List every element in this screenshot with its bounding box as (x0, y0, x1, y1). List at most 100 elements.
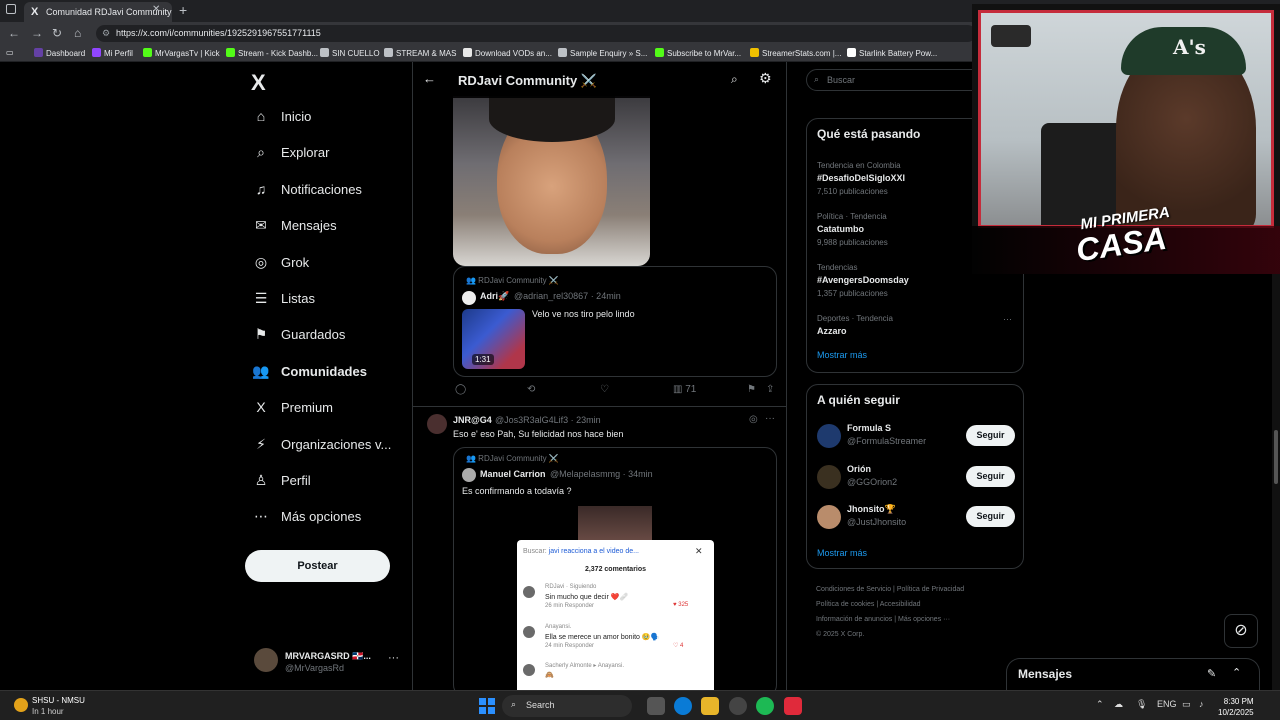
show-more-link[interactable]: Mostrar más (817, 548, 867, 558)
comments-count: 2,372 comentarios (584, 566, 647, 573)
back-arrow-icon[interactable]: ← (423, 71, 436, 86)
expand-icon[interactable]: ⌃ (1232, 666, 1241, 679)
taskbar-search[interactable]: ⌕ Search (502, 695, 632, 717)
volume-icon[interactable]: ♪ (1199, 699, 1204, 709)
search-icon[interactable]: ⌕ (731, 72, 738, 87)
bookmark-item[interactable]: Stream - Kick Dashb... (226, 48, 318, 58)
reply-icon[interactable]: ◯ (455, 384, 466, 395)
views-icon[interactable]: ▥ 71 (673, 384, 696, 395)
quote-author-name[interactable]: Manuel Carrion (480, 469, 546, 479)
avatar (254, 648, 278, 672)
like-icon[interactable]: ♡ (600, 384, 609, 395)
follow-button[interactable]: Seguir (966, 425, 1015, 446)
language-indicator[interactable]: ENG (1157, 699, 1177, 709)
edge-icon[interactable] (674, 697, 692, 715)
bookmark-item[interactable]: MrVargasTv | Kick (143, 48, 220, 58)
browser-tab-active[interactable]: X Comunidad RDJavi Community (24, 2, 172, 22)
tray-expand-icon[interactable]: ⌃ (1096, 699, 1104, 710)
apps-icon[interactable]: ▭ (6, 48, 14, 57)
bookmark-item[interactable]: Sample Enquiry » S... (558, 48, 647, 58)
show-more-link[interactable]: Mostrar más (817, 350, 867, 360)
trend-context: Política · Tendencia (817, 212, 887, 221)
avatar[interactable] (427, 414, 447, 434)
grok-icon[interactable]: ⊘ (1224, 614, 1258, 648)
onedrive-icon[interactable]: ☁ (1114, 699, 1123, 710)
quoted-post[interactable]: 👥 RDJavi Community ⚔️ Manuel Carrion @Me… (453, 447, 777, 690)
forward-icon[interactable]: → (31, 26, 43, 40)
repost-icon[interactable]: ⟲ (527, 384, 535, 395)
bookmark-item[interactable]: SIN CUELLO (320, 48, 380, 58)
tab-close-icon[interactable]: ✕ (152, 4, 160, 15)
post-image[interactable] (453, 96, 650, 266)
bookmark-item[interactable]: STREAM & MAS (384, 48, 456, 58)
more-icon[interactable]: ··· (1003, 314, 1012, 324)
messages-drawer[interactable]: Mensajes ✎ ⌃ (1006, 658, 1260, 690)
avatar[interactable] (462, 291, 476, 305)
follow-suggestion[interactable]: Jhonsito🏆 @JustJhonsito Seguir (817, 502, 1017, 532)
quoted-post[interactable]: 👥 RDJavi Community ⚔️ Adri🚀 @adrian_rel3… (453, 266, 777, 377)
file-explorer-icon[interactable] (701, 697, 719, 715)
back-icon[interactable]: ← (8, 26, 20, 40)
bookmark-label: Stream - Kick Dashb... (238, 49, 319, 58)
chrome-icon[interactable] (729, 697, 747, 715)
reload-icon[interactable]: ↻ (52, 26, 62, 40)
spotify-icon[interactable] (756, 697, 774, 715)
bookmark-favicon-icon (847, 48, 856, 57)
sidebar-item-label: Inicio (281, 109, 312, 124)
new-message-icon[interactable]: ✎ (1207, 667, 1216, 680)
clock[interactable]: 8:30 PM 10/2/2025 (1218, 696, 1254, 718)
bookmark-item[interactable]: Starlink Battery Pow... (847, 48, 937, 58)
scrollbar-thumb[interactable] (1274, 430, 1278, 484)
new-tab-button[interactable]: + (179, 2, 187, 18)
trend-count: 9,988 publicaciones (817, 238, 888, 247)
task-view-icon[interactable] (647, 697, 665, 715)
footer-line: Política de cookies | Accesibilidad (816, 597, 1016, 612)
avatar[interactable] (817, 505, 841, 529)
quote-author-name[interactable]: Adri🚀 (480, 291, 509, 302)
url-text: https://x.com/i/communities/192529196755… (116, 28, 321, 38)
mic-icon[interactable]: 🎙 (1136, 699, 1147, 710)
window-menu-icon[interactable] (6, 4, 16, 14)
gear-icon[interactable]: ⚙ (759, 70, 772, 87)
share-icon[interactable]: ⇪ (766, 384, 774, 395)
footer-link[interactable]: Política de Privacidad (897, 586, 964, 593)
trend-name: Catatumbo (817, 224, 864, 234)
follow-button[interactable]: Seguir (966, 506, 1015, 527)
bookmark-icon[interactable]: ⚑ (747, 384, 756, 395)
sidebar-item-label: Comunidades (281, 363, 367, 379)
bookmark-item[interactable]: Download VODs an... (463, 48, 552, 58)
footer-link[interactable]: Accesibilidad (880, 601, 921, 608)
footer-link[interactable]: Información de anuncios (816, 616, 892, 623)
more-icon[interactable]: ··· (388, 652, 399, 664)
site-info-icon[interactable]: ⚙ (102, 28, 110, 39)
post-button[interactable]: Postear (245, 550, 390, 582)
weather-icon[interactable] (14, 698, 28, 712)
address-bar[interactable]: ⚙ https://x.com/i/communities/1925291967… (96, 25, 976, 42)
account-switcher[interactable]: MRVARGASRD 🇩🇴... @MrVargasRd ··· (254, 648, 404, 678)
follow-suggestion[interactable]: Orión @GGOrion2 Seguir (817, 462, 1017, 492)
more-icon[interactable]: ··· (765, 413, 775, 424)
follow-button[interactable]: Seguir (966, 466, 1015, 487)
search-input[interactable]: ⌕ Buscar (806, 69, 986, 91)
avatar[interactable] (817, 465, 841, 489)
grok-icon[interactable]: ◎ (749, 414, 758, 425)
windows-start-icon[interactable] (479, 698, 495, 714)
home-browser-icon[interactable]: ⌂ (74, 26, 81, 40)
bookmark-item[interactable]: Dashboard (34, 48, 85, 58)
follow-suggestion[interactable]: Formula S @FormulaStreamer Seguir (817, 421, 1017, 451)
bookmark-item[interactable]: Subscribe to MrVar... (655, 48, 741, 58)
footer-link[interactable]: Más opciones ··· (898, 616, 950, 623)
weather-title[interactable]: SHSU - NMSU (32, 696, 85, 705)
follow-handle: @GGOrion2 (847, 477, 898, 487)
footer-link[interactable]: Condiciones de Servicio (816, 586, 891, 593)
x-logo-icon[interactable]: X (251, 70, 266, 96)
avatar[interactable] (462, 468, 476, 482)
trend-context: Deportes · Tendencia (817, 314, 893, 323)
bookmark-item[interactable]: Mi Perfil (92, 48, 133, 58)
footer-link[interactable]: Política de cookies (816, 601, 874, 608)
obs-icon[interactable] (784, 697, 802, 715)
network-icon[interactable]: ▭ (1182, 699, 1191, 710)
avatar[interactable] (817, 424, 841, 448)
post-author-name[interactable]: JNR@G4 (453, 415, 492, 425)
bookmark-item[interactable]: StreamerStats.com |... (750, 48, 841, 58)
